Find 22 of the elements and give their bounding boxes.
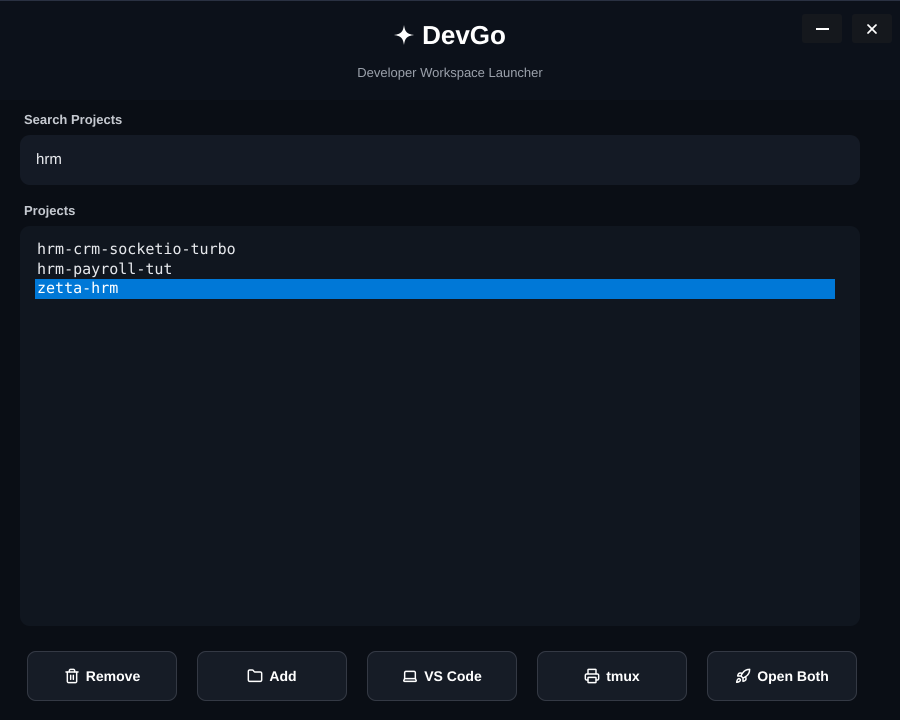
- search-label: Search Projects: [24, 112, 122, 128]
- action-button[interactable]: Add: [197, 651, 347, 701]
- action-button[interactable]: tmux: [537, 651, 687, 701]
- search-field[interactable]: hrm: [20, 135, 860, 185]
- action-button[interactable]: Remove: [27, 651, 177, 701]
- sparkle-icon: [394, 25, 414, 45]
- action-button[interactable]: Open Both: [707, 651, 857, 701]
- trash-icon: [64, 668, 80, 684]
- minimize-icon: [816, 28, 828, 30]
- app-title: DevGo: [422, 19, 506, 51]
- folder-icon: [247, 668, 264, 684]
- minimize-button[interactable]: [802, 14, 842, 43]
- app-subtitle: Developer Workspace Launcher: [357, 65, 543, 81]
- rocket-icon: [735, 668, 752, 684]
- laptop-icon: [402, 668, 418, 684]
- printer-icon: [584, 668, 600, 684]
- project-item[interactable]: hrm-payroll-tut: [35, 260, 835, 279]
- close-button[interactable]: [852, 14, 892, 43]
- projects-label: Projects: [24, 203, 76, 219]
- action-button[interactable]: VS Code: [367, 651, 517, 701]
- project-item[interactable]: zetta-hrm: [35, 279, 835, 298]
- project-item[interactable]: hrm-crm-socketio-turbo: [35, 240, 835, 260]
